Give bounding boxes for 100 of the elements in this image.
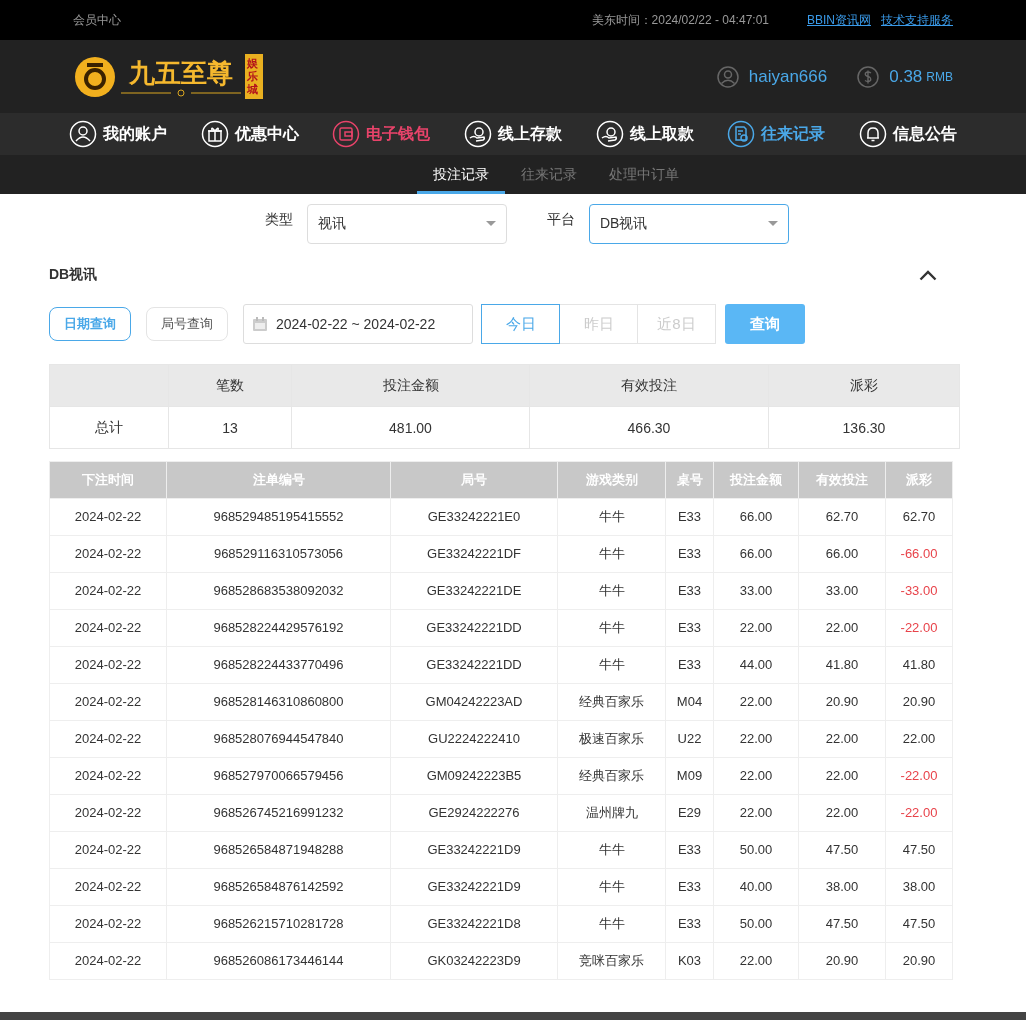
username: haiyan666 (748, 66, 828, 87)
nav-item[interactable]: 优惠中心 (200, 120, 299, 148)
filter-label: 类型 (265, 211, 293, 229)
table-cell: E33 (665, 572, 714, 610)
table-cell: 2024-02-22 (49, 831, 167, 869)
filter-label: 平台 (547, 211, 575, 229)
table-cell: 38.00 (798, 868, 886, 906)
table-cell: 47.50 (798, 831, 886, 869)
table-cell: 2024-02-22 (49, 572, 167, 610)
table-cell: 22.00 (798, 757, 886, 795)
table-cell: 总计 (49, 406, 169, 449)
sub-tab[interactable]: 往来记录 (505, 155, 593, 194)
table-cell: 968528224433770496 (166, 646, 391, 684)
table-cell: 13 (168, 406, 292, 449)
table-cell: K03 (665, 942, 714, 980)
column-header: 笔数 (168, 364, 292, 407)
header-link[interactable]: BBIN资讯网 (807, 11, 871, 29)
gift-icon (200, 120, 229, 148)
table-cell: 47.50 (885, 905, 953, 943)
table-cell: GE33242221DD (390, 646, 558, 684)
table-cell: E29 (665, 794, 714, 832)
calendar-icon (252, 316, 268, 332)
table-cell: 968526215710281728 (166, 905, 391, 943)
table-cell: GM09242223B5 (390, 757, 558, 795)
nav-item[interactable]: 我的账户 (69, 120, 167, 148)
header-link[interactable]: 技术支持服务 (881, 11, 953, 29)
query-mode-button[interactable]: 局号查询 (146, 307, 228, 341)
table-cell: GE33242221D9 (390, 831, 558, 869)
table-cell: 968527970066579456 (166, 757, 391, 795)
table-cell: 968529485195415552 (166, 498, 391, 536)
column-header: 派彩 (768, 364, 960, 407)
currency: RMB (926, 69, 953, 84)
column-header: 有效投注 (529, 364, 769, 407)
member-center-title: 会员中心 (73, 11, 121, 29)
table-cell: 136.30 (768, 406, 960, 449)
table-cell: 968528146310860800 (166, 683, 391, 721)
table-cell: 66.00 (713, 535, 799, 573)
table-cell: 2024-02-22 (49, 609, 167, 647)
table-cell: 经典百家乐 (557, 683, 666, 721)
table-cell: 2024-02-22 (49, 868, 167, 906)
table-cell: 22.00 (713, 942, 799, 980)
table-cell: 62.70 (885, 498, 953, 536)
table-cell: 466.30 (529, 406, 769, 449)
table-cell: 2024-02-22 (49, 720, 167, 758)
table-cell: M04 (665, 683, 714, 721)
table-cell: -22.00 (885, 794, 953, 832)
table-cell: GE33242221DD (390, 609, 558, 647)
sub-tab[interactable]: 投注记录 (417, 155, 505, 194)
table-cell: 968526584876142592 (166, 868, 391, 906)
table-cell: -22.00 (885, 757, 953, 795)
date-range-field[interactable]: 2024-02-22 ~ 2024-02-22 (243, 304, 473, 344)
table-cell: E33 (665, 831, 714, 869)
table-cell: GM04242223AD (390, 683, 558, 721)
table-cell: 62.70 (798, 498, 886, 536)
withdraw-icon (595, 120, 624, 148)
table-cell: 47.50 (798, 905, 886, 943)
table-cell: 33.00 (798, 572, 886, 610)
table-cell: 牛牛 (557, 535, 666, 573)
table-cell: 47.50 (885, 831, 953, 869)
table-cell: 968528683538092032 (166, 572, 391, 610)
table-cell: 2024-02-22 (49, 757, 167, 795)
table-cell: GE2924222276 (390, 794, 558, 832)
nav-item[interactable]: 线上取款 (595, 120, 694, 148)
table-cell: 22.00 (713, 683, 799, 721)
table-cell: 50.00 (713, 905, 799, 943)
nav-item[interactable]: 线上存款 (463, 120, 562, 148)
table-cell: 牛牛 (557, 868, 666, 906)
dropdown-caret-icon (768, 221, 778, 227)
select-field[interactable]: DB视讯 (589, 204, 789, 244)
table-cell: 温州牌九 (557, 794, 666, 832)
table-cell: M09 (665, 757, 714, 795)
table-cell: 968526584871948288 (166, 831, 391, 869)
table-cell: E33 (665, 905, 714, 943)
sub-tab[interactable]: 处理中订单 (593, 155, 695, 194)
table-cell: GK03242223D9 (390, 942, 558, 980)
select-field[interactable]: 视讯 (307, 204, 507, 244)
logo[interactable]: 九五至尊 娱乐城 (73, 54, 263, 99)
table-cell: 2024-02-22 (49, 646, 167, 684)
table-cell: 968529116310573056 (166, 535, 391, 573)
collapse-icon[interactable] (919, 269, 937, 281)
table-cell: GE33242221DE (390, 572, 558, 610)
nav-item[interactable]: 电子钱包 (332, 120, 431, 148)
table-cell: 2024-02-22 (49, 498, 167, 536)
table-cell: 2024-02-22 (49, 535, 167, 573)
table-cell: E33 (665, 609, 714, 647)
nav-item[interactable]: 信息公告 (858, 120, 957, 148)
table-cell: 牛牛 (557, 905, 666, 943)
table-cell: 40.00 (713, 868, 799, 906)
table-cell: 968526745216991232 (166, 794, 391, 832)
table-cell: GE33242221DF (390, 535, 558, 573)
table-cell: 极速百家乐 (557, 720, 666, 758)
table-cell: 968528076944547840 (166, 720, 391, 758)
table-cell: 20.90 (798, 683, 886, 721)
table-cell: E33 (665, 868, 714, 906)
table-cell: 38.00 (885, 868, 953, 906)
table-cell: 竞咪百家乐 (557, 942, 666, 980)
table-cell: 41.80 (798, 646, 886, 684)
eastern-time: 美东时间：2024/02/22 - 04:47:01 (591, 11, 769, 29)
nav-item[interactable]: 往来记录 (727, 120, 826, 148)
table-cell: 牛牛 (557, 831, 666, 869)
